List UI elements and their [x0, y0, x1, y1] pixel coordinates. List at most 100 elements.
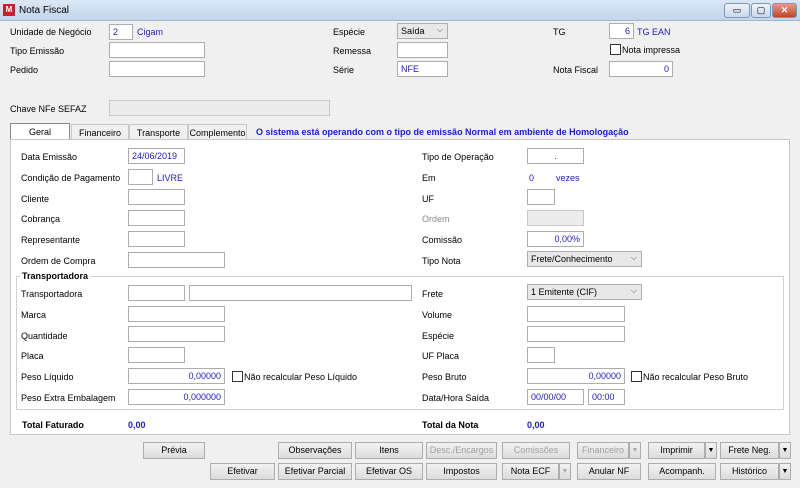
unidade-label: Unidade de Negócio [10, 27, 92, 37]
representante-input[interactable] [128, 231, 185, 247]
unidade-input[interactable]: 2 [109, 24, 133, 40]
nota-impressa-checkbox[interactable] [610, 44, 621, 55]
tipo-nota-value: Frete/Conhecimento [531, 254, 613, 264]
anular-nf-button[interactable]: Anular NF [577, 463, 641, 480]
chave-input [109, 100, 330, 116]
minimize-button[interactable]: ▭ [724, 3, 750, 18]
uf-input[interactable] [527, 189, 555, 205]
tg-input[interactable]: 6 [609, 23, 634, 39]
financeiro-dropdown-arrow-icon[interactable]: ▼ [629, 442, 641, 459]
comissao-input[interactable]: 0,00% [527, 231, 584, 247]
frete-neg-button[interactable]: Frete Neg. [720, 442, 779, 459]
cobranca-input[interactable] [128, 210, 185, 226]
total-nota-value: 0,00 [527, 420, 545, 430]
especie-select[interactable]: Saída ⌵ [397, 23, 448, 39]
tipo-nota-select[interactable]: Frete/Conhecimento ⌵ [527, 251, 642, 267]
data-emissao-input[interactable]: 24/06/2019 [128, 148, 185, 164]
comissao-label: Comissão [422, 235, 463, 245]
frete-select[interactable]: 1 Emitente (CIF) ⌵ [527, 284, 642, 300]
tipo-operacao-input[interactable]: . [527, 148, 584, 164]
desc-encargos-button[interactable]: Desc./Encargos [426, 442, 497, 459]
tab-geral[interactable]: Geral [10, 123, 70, 140]
nota-ecf-button[interactable]: Nota ECF [502, 463, 559, 480]
quantidade-input[interactable] [128, 326, 225, 342]
observacoes-button[interactable]: Observações [278, 442, 352, 459]
em-unit: vezes [556, 173, 580, 183]
efetivar-button[interactable]: Efetivar [210, 463, 275, 480]
tipo-nota-label: Tipo Nota [422, 256, 461, 266]
nao-recalc-bruto-checkbox[interactable] [631, 371, 642, 382]
status-message: O sistema está operando com o tipo de em… [256, 127, 629, 137]
tipo-emissao-input[interactable] [109, 42, 205, 58]
tab-complemento[interactable]: Complemento [188, 124, 247, 140]
marca-input[interactable] [128, 306, 225, 322]
ordem-label: Ordem [422, 214, 450, 224]
app-logo-icon: M [3, 4, 15, 16]
data-emissao-label: Data Emissão [21, 152, 78, 162]
tab-transporte[interactable]: Transporte [129, 124, 188, 140]
comissoes-button[interactable]: Comissões [502, 442, 570, 459]
total-faturado-value: 0,00 [128, 420, 146, 430]
placa-input[interactable] [128, 347, 185, 363]
imprimir-dropdown-arrow-icon[interactable]: ▼ [705, 442, 717, 459]
nota-fiscal-label: Nota Fiscal [553, 65, 599, 75]
peso-extra-input[interactable]: 0,000000 [128, 389, 225, 405]
hora-saida-input[interactable]: 00:00 [588, 389, 625, 405]
em-value: 0 [529, 173, 535, 183]
frete-value: 1 Emitente (CIF) [531, 287, 598, 297]
data-hora-label: Data/Hora Saída [422, 393, 490, 403]
acompanh-button[interactable]: Acompanh. [648, 463, 716, 480]
tg-label: TG [553, 27, 566, 37]
volume-label: Volume [422, 310, 453, 320]
itens-button[interactable]: Itens [355, 442, 423, 459]
nota-fiscal-input[interactable]: 0 [609, 61, 673, 77]
total-faturado-label: Total Faturado [22, 420, 84, 430]
transportadora-group-title: Transportadora [20, 271, 91, 281]
unidade-name: Cigam [137, 27, 164, 37]
imprimir-button[interactable]: Imprimir [648, 442, 705, 459]
tg-name: TG EAN [637, 27, 671, 37]
nota-impressa-label: Nota impressa [622, 45, 681, 55]
nao-recalc-bruto-label: Não recalcular Peso Bruto [643, 372, 749, 382]
restore-button[interactable]: ▢ [751, 3, 771, 18]
historico-dropdown-arrow-icon[interactable]: ▼ [779, 463, 791, 480]
volume-input[interactable] [527, 306, 625, 322]
close-button[interactable]: ✕ [772, 3, 797, 18]
previa-button[interactable]: Prévia [143, 442, 205, 459]
peso-liquido-input[interactable]: 0,00000 [128, 368, 225, 384]
efetivar-os-button[interactable]: Efetivar OS [355, 463, 423, 480]
peso-liquido-label: Peso Líquido [21, 372, 74, 382]
cliente-input[interactable] [128, 189, 185, 205]
frete-neg-dropdown-arrow-icon[interactable]: ▼ [779, 442, 791, 459]
condicao-input[interactable] [128, 169, 153, 185]
uf-placa-label: UF Placa [422, 351, 460, 361]
placa-label: Placa [21, 351, 44, 361]
cobranca-label: Cobrança [21, 214, 61, 224]
serie-input[interactable]: NFE [397, 61, 448, 77]
marca-label: Marca [21, 310, 47, 320]
data-saida-input[interactable]: 00/00/00 [527, 389, 584, 405]
efetivar-parcial-button[interactable]: Efetivar Parcial [278, 463, 352, 480]
historico-button[interactable]: Histórico [720, 463, 779, 480]
tipo-operacao-label: Tipo de Operação [422, 152, 494, 162]
pedido-input[interactable] [109, 61, 205, 77]
remessa-input[interactable] [397, 42, 448, 58]
financeiro-button[interactable]: Financeiro [577, 442, 629, 459]
tab-financeiro[interactable]: Financeiro [71, 124, 129, 140]
condicao-name: LIVRE [157, 173, 184, 183]
representante-label: Representante [21, 235, 81, 245]
impostos-button[interactable]: Impostos [426, 463, 497, 480]
quantidade-label: Quantidade [21, 331, 68, 341]
uf-placa-input[interactable] [527, 347, 555, 363]
transportadora-name-input[interactable] [189, 285, 412, 301]
uf-label: UF [422, 194, 434, 204]
nota-ecf-dropdown-arrow-icon[interactable]: ▼ [559, 463, 571, 480]
especie-transp-input[interactable] [527, 326, 625, 342]
transportadora-code-input[interactable] [128, 285, 185, 301]
nao-recalc-liq-checkbox[interactable] [232, 371, 243, 382]
pedido-label: Pedido [10, 65, 39, 75]
ordem-compra-input[interactable] [128, 252, 225, 268]
peso-bruto-input[interactable]: 0,00000 [527, 368, 625, 384]
especie-transp-label: Espécie [422, 331, 455, 341]
transportadora-label: Transportadora [21, 289, 83, 299]
